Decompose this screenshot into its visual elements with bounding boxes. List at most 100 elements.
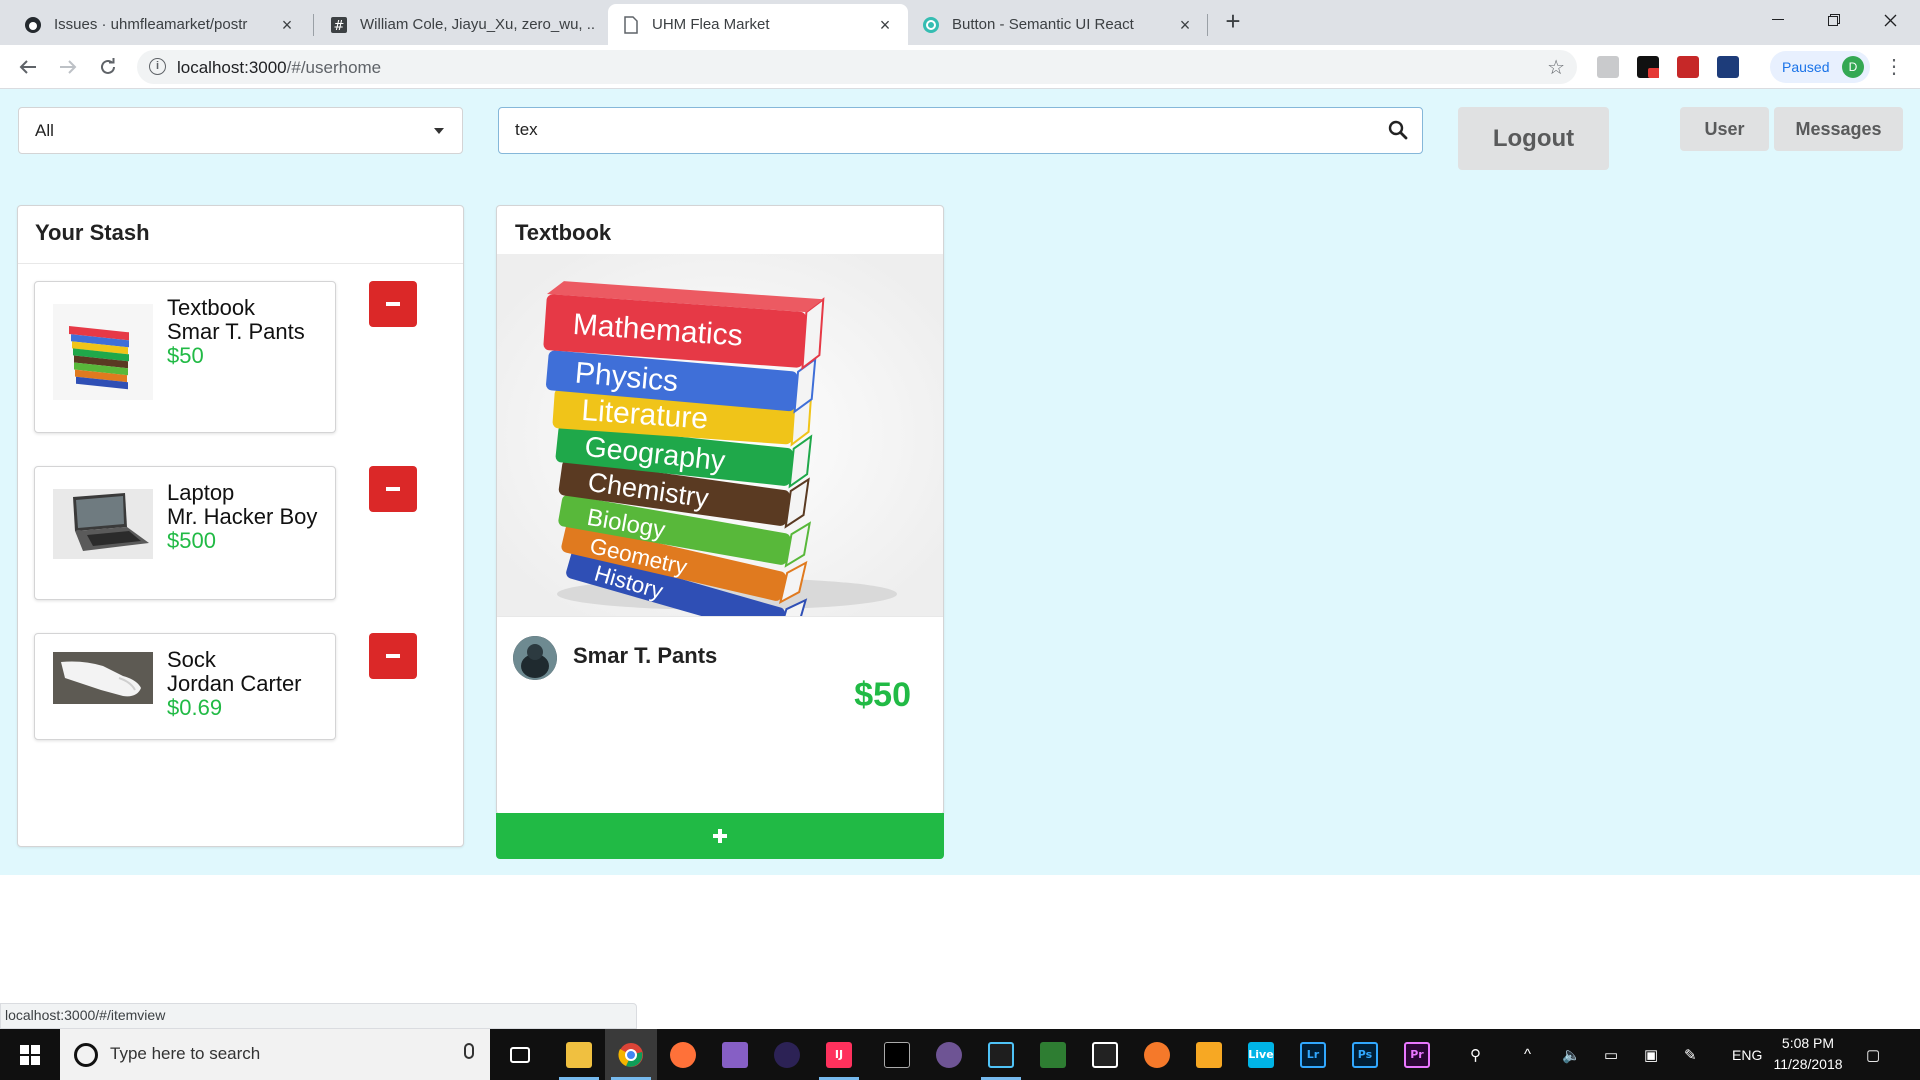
browser-tab-uhm-flea-market[interactable]: UHM Flea Market × — [608, 4, 908, 45]
tab-separator — [313, 14, 314, 36]
category-dropdown[interactable]: All — [18, 107, 463, 154]
amazon-extension-icon[interactable] — [1637, 56, 1660, 78]
stash-item-textbook[interactable]: Textbook Smar T. Pants $50 — [34, 281, 336, 433]
stash-item-details: Sock Jordan Carter $0.69 — [167, 648, 327, 720]
premiere-icon[interactable]: Pr — [1391, 1029, 1443, 1080]
eclipse-icon[interactable] — [761, 1029, 813, 1080]
item-price: $500 — [167, 528, 216, 553]
browser-tab-semantic-ui[interactable]: Button - Semantic UI React × — [908, 4, 1208, 45]
extension-r-icon[interactable] — [1597, 56, 1619, 78]
taskbar-search-box[interactable]: Type here to search — [60, 1029, 490, 1080]
clock[interactable]: 5:08 PM 11/28/2018 — [1768, 1033, 1848, 1075]
avatar: D — [1842, 56, 1864, 78]
chrome-icon[interactable] — [605, 1029, 657, 1080]
firefox-icon[interactable] — [657, 1029, 709, 1080]
item-name: Textbook — [167, 295, 256, 320]
visual-studio-icon[interactable] — [709, 1029, 761, 1080]
logout-button[interactable]: Logout — [1458, 107, 1609, 170]
minus-icon — [386, 487, 400, 491]
more-menu-icon[interactable]: ⋮ — [1884, 55, 1904, 79]
item-seller: Mr. Hacker Boy — [167, 504, 318, 529]
intellij-icon[interactable]: IJ — [813, 1029, 865, 1080]
blender-icon[interactable] — [1131, 1029, 1183, 1080]
volume-icon[interactable]: 🔈 — [1562, 1029, 1581, 1080]
cortana-icon — [74, 1043, 98, 1067]
task-view-icon[interactable] — [494, 1029, 546, 1080]
window-close-icon[interactable] — [1862, 0, 1918, 40]
messages-button[interactable]: Messages — [1774, 107, 1903, 151]
category-dropdown-value: All — [35, 121, 54, 140]
user-button[interactable]: User — [1680, 107, 1769, 151]
close-icon[interactable]: × — [876, 16, 894, 34]
remove-textbook-button[interactable] — [369, 281, 417, 327]
browser-toolbar: i localhost:3000/#/userhome ☆ Paused D ⋮ — [0, 45, 1920, 89]
back-arrow-icon[interactable] — [14, 53, 42, 81]
drawing-app-icon[interactable] — [1027, 1029, 1079, 1080]
taskbar-search-placeholder: Type here to search — [110, 1044, 261, 1063]
stash-item-sock[interactable]: Sock Jordan Carter $0.69 — [34, 633, 336, 740]
network-icon[interactable]: ▣ — [1644, 1029, 1658, 1080]
windows-start-button[interactable] — [0, 1029, 60, 1080]
bookmark-star-icon[interactable]: ☆ — [1547, 55, 1565, 80]
search-field[interactable] — [498, 107, 1423, 154]
unity-icon[interactable] — [1079, 1029, 1131, 1080]
photoshop-icon[interactable]: Ps — [1339, 1029, 1391, 1080]
item-price: $50 — [167, 343, 204, 368]
search-icon[interactable] — [1388, 120, 1408, 140]
page-content: All Logout User Messages Your Stash — [0, 89, 1920, 875]
add-to-stash-button[interactable] — [496, 813, 944, 859]
item-seller: Smar T. Pants — [167, 319, 305, 344]
people-icon[interactable]: ⚲ — [1470, 1029, 1481, 1080]
caret-down-icon — [434, 128, 444, 134]
language-indicator[interactable]: ENG — [1732, 1029, 1762, 1080]
search-input[interactable] — [515, 120, 1365, 140]
plus-icon — [713, 829, 727, 843]
chevron-up-icon[interactable]: ^ — [1524, 1029, 1531, 1080]
new-tab-button[interactable]: + — [1219, 8, 1247, 36]
terminal-icon[interactable] — [871, 1029, 923, 1080]
fl-studio-icon[interactable] — [1183, 1029, 1235, 1080]
stash-title: Your Stash — [18, 206, 463, 264]
extension-blue-icon[interactable] — [1717, 56, 1739, 78]
address-bar[interactable]: i localhost:3000/#/userhome ☆ — [137, 50, 1577, 84]
live-icon[interactable]: Live — [1235, 1029, 1287, 1080]
battery-icon[interactable]: ▭ — [1604, 1029, 1618, 1080]
item-name: Laptop — [167, 480, 235, 505]
close-icon[interactable]: × — [1176, 16, 1194, 34]
notifications-icon[interactable]: ▢ — [1866, 1029, 1880, 1080]
item-card-title: Textbook — [515, 220, 612, 245]
file-explorer-icon[interactable] — [553, 1029, 605, 1080]
tab-title: UHM Flea Market — [652, 16, 770, 33]
browser-tab-slack[interactable]: # William Cole, Jiayu_Xu, zero_wu, ... — [316, 4, 608, 45]
lightroom-icon[interactable]: Lr — [1287, 1029, 1339, 1080]
github-desktop-icon[interactable] — [923, 1029, 975, 1080]
extension-red-icon[interactable] — [1677, 56, 1699, 78]
url-path: /#/userhome — [286, 58, 382, 77]
pen-icon[interactable]: ✎ — [1684, 1029, 1697, 1080]
close-icon[interactable]: × — [278, 16, 296, 34]
sock-thumbnail — [53, 652, 153, 704]
textbook-thumbnail — [53, 304, 153, 400]
forward-arrow-icon[interactable] — [54, 53, 82, 81]
profile-status: Paused — [1782, 59, 1830, 75]
textbook-stack-image: HistoryGeometryBiologyChemistryGeography… — [497, 254, 943, 616]
profile-button[interactable]: Paused D — [1770, 51, 1870, 83]
remove-laptop-button[interactable] — [369, 466, 417, 512]
tab-title: William Cole, Jiayu_Xu, zero_wu, ... — [360, 16, 594, 33]
microphone-icon[interactable] — [464, 1043, 474, 1059]
reload-icon[interactable] — [94, 53, 122, 81]
item-name: Sock — [167, 647, 216, 672]
item-price: $0.69 — [167, 695, 223, 720]
minimize-icon[interactable] — [1750, 0, 1806, 40]
browser-tab-issues[interactable]: Issues · uhmfleamarket/postr × — [10, 4, 310, 45]
remove-sock-button[interactable] — [369, 633, 417, 679]
url-host: localhost:3000 — [177, 58, 287, 77]
editor-icon[interactable] — [975, 1029, 1027, 1080]
info-icon[interactable]: i — [149, 58, 166, 75]
windows-taskbar: Type here to search IJ Live Lr Ps Pr ⚲ ^… — [0, 1029, 1920, 1080]
url-text[interactable]: localhost:3000/#/userhome — [177, 58, 381, 78]
restore-icon[interactable] — [1806, 0, 1862, 40]
github-icon — [24, 16, 42, 34]
laptop-thumbnail — [53, 489, 153, 559]
stash-item-laptop[interactable]: Laptop Mr. Hacker Boy $500 — [34, 466, 336, 600]
